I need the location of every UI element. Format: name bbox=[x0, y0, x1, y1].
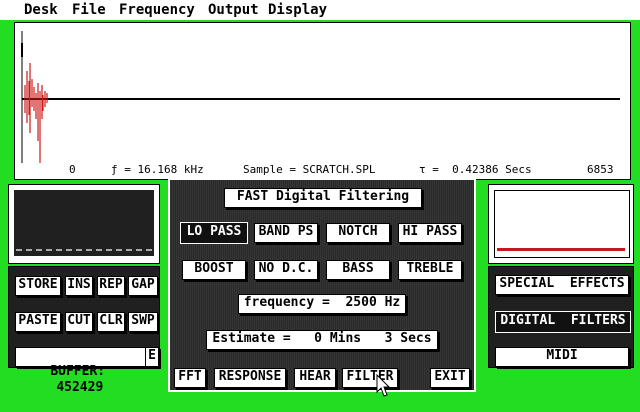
right-meter-level bbox=[497, 248, 625, 251]
menu-frequency[interactable]: Frequency bbox=[119, 1, 195, 19]
hi-pass-button[interactable]: HI PASS bbox=[398, 223, 462, 243]
gap-button[interactable]: GAP bbox=[128, 276, 158, 296]
notch-button[interactable]: NOTCH bbox=[326, 223, 390, 243]
menu-file[interactable]: File bbox=[72, 1, 106, 19]
e-button[interactable]: E bbox=[145, 347, 159, 367]
special-effects-button[interactable]: SPECIAL EFFECTS bbox=[495, 275, 629, 295]
status-start: 0 bbox=[69, 163, 76, 176]
waveform-panel[interactable]: 0 ƒ = 16.168 kHz Sample = SCRATCH.SPL τ … bbox=[14, 22, 631, 180]
effects-panel: SPECIAL EFFECTS DIGITAL FILTERS MIDI bbox=[488, 266, 634, 368]
left-meter-display bbox=[14, 190, 154, 256]
swp-button[interactable]: SWP bbox=[128, 312, 158, 332]
edit-panel: STORE INS REP GAP PASTE CUT CLR SWP BUFF… bbox=[8, 266, 160, 395]
boost-button[interactable]: BOOST bbox=[182, 260, 246, 280]
status-end: 6853 bbox=[587, 163, 614, 176]
waveform-display[interactable] bbox=[15, 23, 630, 179]
exit-button[interactable]: EXIT bbox=[430, 368, 470, 388]
menu-output[interactable]: Output bbox=[208, 1, 259, 19]
band-pass-button[interactable]: BAND PS bbox=[254, 223, 318, 243]
status-frequency: ƒ = 16.168 kHz bbox=[111, 163, 204, 176]
buffer-value: 452429 bbox=[56, 380, 104, 395]
right-meter-display bbox=[494, 190, 630, 258]
right-level-meter bbox=[488, 184, 634, 264]
menu-desk[interactable]: Desk bbox=[24, 1, 58, 19]
cut-button[interactable]: CUT bbox=[65, 312, 93, 332]
status-time: τ = 0.42386 Secs bbox=[419, 163, 532, 176]
waveform-trace bbox=[24, 63, 48, 163]
buffer-label: BUFFER: bbox=[50, 364, 106, 379]
digital-filtering-dialog: FAST Digital Filtering LO PASS BAND PS N… bbox=[168, 178, 476, 392]
fft-button[interactable]: FFT bbox=[174, 368, 206, 388]
clr-button[interactable]: CLR bbox=[97, 312, 125, 332]
mouse-pointer-icon bbox=[376, 374, 390, 397]
status-sample: Sample = SCRATCH.SPL bbox=[243, 163, 376, 176]
hear-button[interactable]: HEAR bbox=[294, 368, 336, 388]
rep-button[interactable]: REP bbox=[97, 276, 125, 296]
frequency-field[interactable]: frequency = 2500 Hz bbox=[238, 294, 406, 314]
response-button[interactable]: RESPONSE bbox=[214, 368, 286, 388]
left-level-meter bbox=[8, 184, 160, 264]
dialog-title: FAST Digital Filtering bbox=[224, 188, 422, 208]
buffer-readout: BUFFER: 452429 bbox=[15, 347, 146, 395]
estimate-readout: Estimate = 0 Mins 3 Secs bbox=[206, 330, 438, 350]
paste-button[interactable]: PASTE bbox=[15, 312, 61, 332]
left-meter-baseline bbox=[16, 249, 152, 252]
store-button[interactable]: STORE bbox=[15, 276, 61, 296]
menu-bar: Desk File Frequency Output Display bbox=[0, 0, 640, 20]
ins-button[interactable]: INS bbox=[65, 276, 93, 296]
digital-filters-button[interactable]: DIGITAL FILTERS bbox=[495, 311, 631, 333]
no-dc-button[interactable]: NO D.C. bbox=[254, 260, 318, 280]
midi-button[interactable]: MIDI bbox=[495, 347, 629, 367]
bass-button[interactable]: BASS bbox=[326, 260, 390, 280]
lo-pass-button[interactable]: LO PASS bbox=[180, 222, 248, 244]
menu-display[interactable]: Display bbox=[268, 1, 327, 19]
treble-button[interactable]: TREBLE bbox=[398, 260, 462, 280]
